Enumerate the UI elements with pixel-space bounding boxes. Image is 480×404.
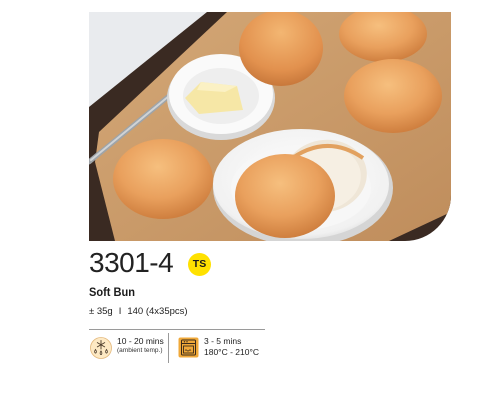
vertical-divider <box>168 333 169 363</box>
product-code: 3301-4 <box>89 247 174 278</box>
product-pack: 140 (4x35pcs) <box>127 306 188 317</box>
product-specs: ± 35g I 140 (4x35pcs) <box>89 306 188 318</box>
oven-icon <box>178 337 199 358</box>
thaw-info: 10 - 20 mins (ambient temp.) <box>117 336 164 355</box>
product-weight: ± 35g <box>89 306 113 317</box>
bake-info: 3 - 5 mins 180°C - 210°C <box>204 336 259 358</box>
product-photo <box>89 12 451 241</box>
horizontal-divider <box>89 329 265 330</box>
spec-separator: I <box>118 306 122 317</box>
bake-time: 3 - 5 mins <box>204 336 242 346</box>
product-name: Soft Bun <box>89 285 135 299</box>
thaw-drops-icon <box>90 337 112 359</box>
thaw-time: 10 - 20 mins <box>117 336 164 346</box>
bake-temp: 180°C - 210°C <box>204 347 259 357</box>
ts-badge: TS <box>188 253 211 276</box>
thaw-note: (ambient temp.) <box>117 347 163 354</box>
